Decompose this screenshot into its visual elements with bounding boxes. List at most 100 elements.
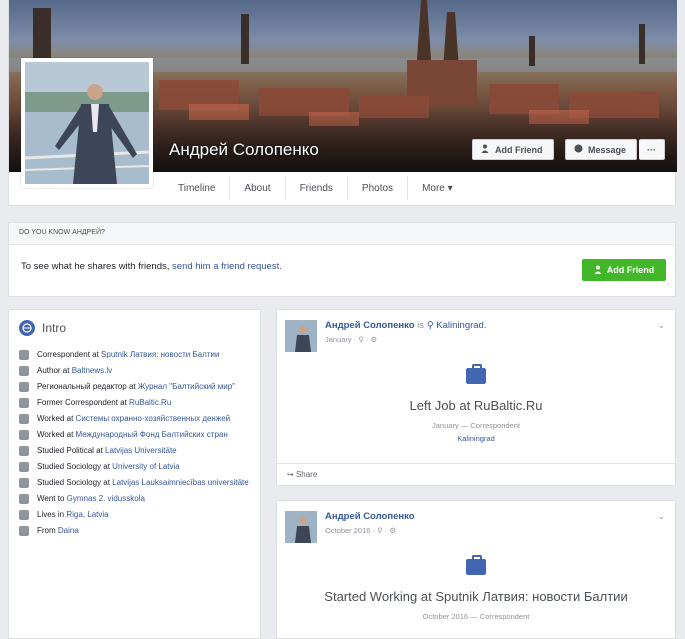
chevron-down-icon[interactable]: ⌄	[657, 511, 665, 522]
intro-list: Correspondent at Sputnik Латвия: новости…	[19, 350, 250, 536]
avatar[interactable]	[285, 320, 317, 352]
intro-item-prefix: From	[37, 526, 58, 535]
briefcase-icon	[19, 350, 29, 360]
intro-item: From Daina	[19, 526, 250, 536]
life-event: Started Working at Sputnik Латвия: новос…	[277, 555, 675, 621]
chevron-down-icon[interactable]: ⌄	[657, 320, 665, 331]
tab-friends[interactable]: Friends	[286, 176, 348, 200]
life-event-subtitle: January — Correspondent	[432, 421, 520, 430]
post-date[interactable]: October 2016 · ⚲ · ⚙	[325, 526, 415, 535]
post-with-text: is	[417, 320, 425, 331]
profile-nav: Timeline About Friends Photos More ▾	[164, 176, 467, 200]
intro-item-link[interactable]: RuBaltic.Ru	[129, 398, 171, 407]
graduation-cap-icon	[19, 494, 29, 504]
intro-item-prefix: Author at	[37, 366, 72, 375]
send-friend-request-link[interactable]: send him a friend request.	[172, 261, 282, 272]
intro-item-prefix: Worked at	[37, 430, 76, 439]
briefcase-icon	[19, 366, 29, 376]
intro-item: Correspondent at Sputnik Латвия: новости…	[19, 350, 250, 360]
tab-about[interactable]: About	[230, 176, 286, 200]
tab-more[interactable]: More ▾	[408, 176, 467, 200]
add-friend-button[interactable]: Add Friend	[472, 139, 554, 160]
intro-item-link[interactable]: Sputnik Латвия: новости Балтии	[101, 350, 219, 359]
intro-title: Intro	[42, 321, 67, 335]
intro-item: Worked at Системы охранно-хозяйственных …	[19, 414, 250, 424]
share-icon: ↪	[287, 470, 296, 479]
intro-item: Author at Baltnews.lv	[19, 366, 250, 376]
post-location-link[interactable]: Kaliningrad.	[436, 320, 486, 331]
life-event-subtitle: October 2016 — Correspondent	[422, 612, 530, 621]
add-friend-green-button[interactable]: Add Friend	[582, 259, 666, 281]
post-author-link[interactable]: Андрей Солопенко	[325, 511, 415, 522]
intro-item-link[interactable]: Журнал "Балтийский мир"	[138, 382, 235, 391]
share-button[interactable]: ↪ Share	[277, 463, 675, 485]
timeline-post: Андрей Солопенко is ⚲ Kaliningrad. Janua…	[276, 309, 676, 486]
more-options-button[interactable]: ···	[639, 139, 665, 160]
intro-item-link[interactable]: Gymnas 2. vidusskola	[67, 494, 145, 503]
timeline-post: Андрей Солопенко October 2016 · ⚲ · ⚙ ⌄ …	[276, 500, 676, 639]
intro-item-prefix: Went to	[37, 494, 67, 503]
profile-picture[interactable]	[21, 58, 153, 188]
intro-item: Went to Gymnas 2. vidusskola	[19, 494, 250, 504]
more-options-label: ···	[647, 144, 656, 155]
intro-item-prefix: Former Correspondent at	[37, 398, 130, 407]
intro-item: Lives in Riga, Latvia	[19, 510, 250, 520]
intro-card: Intro Correspondent at Sputnik Латвия: н…	[8, 309, 261, 639]
location-pin-icon	[19, 526, 29, 536]
profile-header: Андрей Солопенко Add Friend Message ··· …	[8, 0, 677, 206]
add-friend-icon	[594, 265, 603, 276]
post-date[interactable]: January · ⚲ · ⚙	[325, 335, 486, 344]
briefcase-icon	[466, 364, 486, 384]
message-label: Message	[588, 144, 627, 155]
add-friend-label: Add Friend	[495, 144, 543, 155]
intro-item: Studied Sociology at University of Latvi…	[19, 462, 250, 472]
add-friend-green-label: Add Friend	[606, 265, 655, 275]
life-event-location[interactable]: Kaliningrad	[277, 434, 675, 443]
intro-item-link[interactable]: Riga, Latvia	[66, 510, 108, 519]
intro-item: Former Correspondent at RuBaltic.Ru	[19, 398, 250, 408]
avatar[interactable]	[285, 511, 317, 543]
friend-request-message: To see what he shares with friends,	[21, 261, 173, 272]
intro-item-link[interactable]: Daina	[58, 526, 79, 535]
intro-item: Региональный редактор at Журнал "Балтийс…	[19, 382, 250, 392]
messenger-icon	[574, 144, 583, 155]
friend-request-text: To see what he shares with friends, send…	[21, 261, 282, 272]
home-icon	[19, 510, 29, 520]
briefcase-icon	[19, 382, 29, 392]
friend-request-prompt: Do you know Андрей? To see what he share…	[8, 222, 676, 297]
intro-item-prefix: Studied Sociology at	[37, 462, 113, 471]
post-author-link[interactable]: Андрей Солопенко	[325, 320, 415, 331]
intro-item: Studied Political at Latvijas Universitā…	[19, 446, 250, 456]
intro-item-link[interactable]: Latvijas Lauksaimniecības universitāte	[112, 478, 249, 487]
tab-photos[interactable]: Photos	[348, 176, 409, 200]
globe-icon	[19, 320, 35, 336]
graduation-cap-icon	[19, 462, 29, 472]
intro-item-link[interactable]: Международный Фонд Балтийских стран	[76, 430, 228, 439]
intro-item-link[interactable]: University of Latvia	[112, 462, 180, 471]
intro-item: Studied Sociology at Latvijas Lauksaimni…	[19, 478, 250, 488]
briefcase-icon	[19, 398, 29, 408]
life-event: Left Job at RuBaltic.Ru January — Corres…	[277, 364, 675, 443]
friend-request-header: Do you know Андрей?	[9, 223, 675, 245]
briefcase-icon	[19, 430, 29, 440]
location-pin-icon: ⚲	[426, 320, 434, 331]
graduation-cap-icon	[19, 446, 29, 456]
intro-item: Worked at Международный Фонд Балтийских …	[19, 430, 250, 440]
briefcase-icon	[466, 555, 486, 575]
briefcase-icon	[19, 414, 29, 424]
intro-item-link[interactable]: Baltnews.lv	[72, 366, 112, 375]
intro-item-prefix: Lives in	[37, 510, 67, 519]
add-friend-icon	[481, 144, 490, 155]
intro-item-link[interactable]: Latvijas Universitāte	[105, 446, 177, 455]
life-event-title: Started Working at Sputnik Латвия: новос…	[324, 589, 628, 604]
intro-item-prefix: Studied Sociology at	[37, 478, 113, 487]
intro-item-link[interactable]: Системы охранно-хозяйственных денжей	[76, 414, 231, 423]
message-button[interactable]: Message	[565, 139, 637, 160]
intro-item-prefix: Correspondent at	[37, 350, 102, 359]
intro-item-prefix: Studied Political at	[37, 446, 106, 455]
life-event-title: Left Job at RuBaltic.Ru	[409, 398, 543, 413]
tab-timeline[interactable]: Timeline	[164, 176, 231, 200]
intro-item-prefix: Региональный редактор at	[37, 382, 138, 391]
intro-item-prefix: Worked at	[37, 414, 76, 423]
profile-name[interactable]: Андрей Солопенко	[169, 140, 319, 160]
